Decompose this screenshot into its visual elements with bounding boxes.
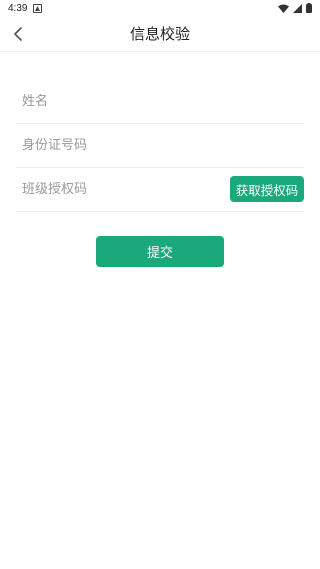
back-arrow-icon bbox=[14, 27, 22, 41]
id-number-input[interactable] bbox=[16, 138, 304, 153]
notification-icon bbox=[33, 3, 43, 13]
submit-button[interactable]: 提交 bbox=[96, 236, 224, 267]
name-input[interactable] bbox=[16, 94, 304, 109]
verification-form: 获取授权码 bbox=[16, 80, 304, 212]
back-button[interactable] bbox=[6, 22, 30, 46]
class-code-input[interactable] bbox=[16, 182, 216, 197]
get-code-button[interactable]: 获取授权码 bbox=[230, 176, 304, 202]
signal-icon bbox=[293, 3, 302, 13]
page-title: 信息校验 bbox=[129, 25, 190, 43]
battery-icon bbox=[306, 3, 312, 13]
status-bar: 4:39 bbox=[0, 0, 320, 16]
status-time: 4:39 bbox=[8, 2, 28, 14]
app-bar: 信息校验 bbox=[0, 16, 320, 52]
wifi-icon bbox=[278, 4, 289, 13]
status-icons bbox=[278, 3, 312, 13]
id-row bbox=[16, 124, 304, 168]
code-row: 获取授权码 bbox=[16, 168, 304, 212]
name-row bbox=[16, 80, 304, 124]
